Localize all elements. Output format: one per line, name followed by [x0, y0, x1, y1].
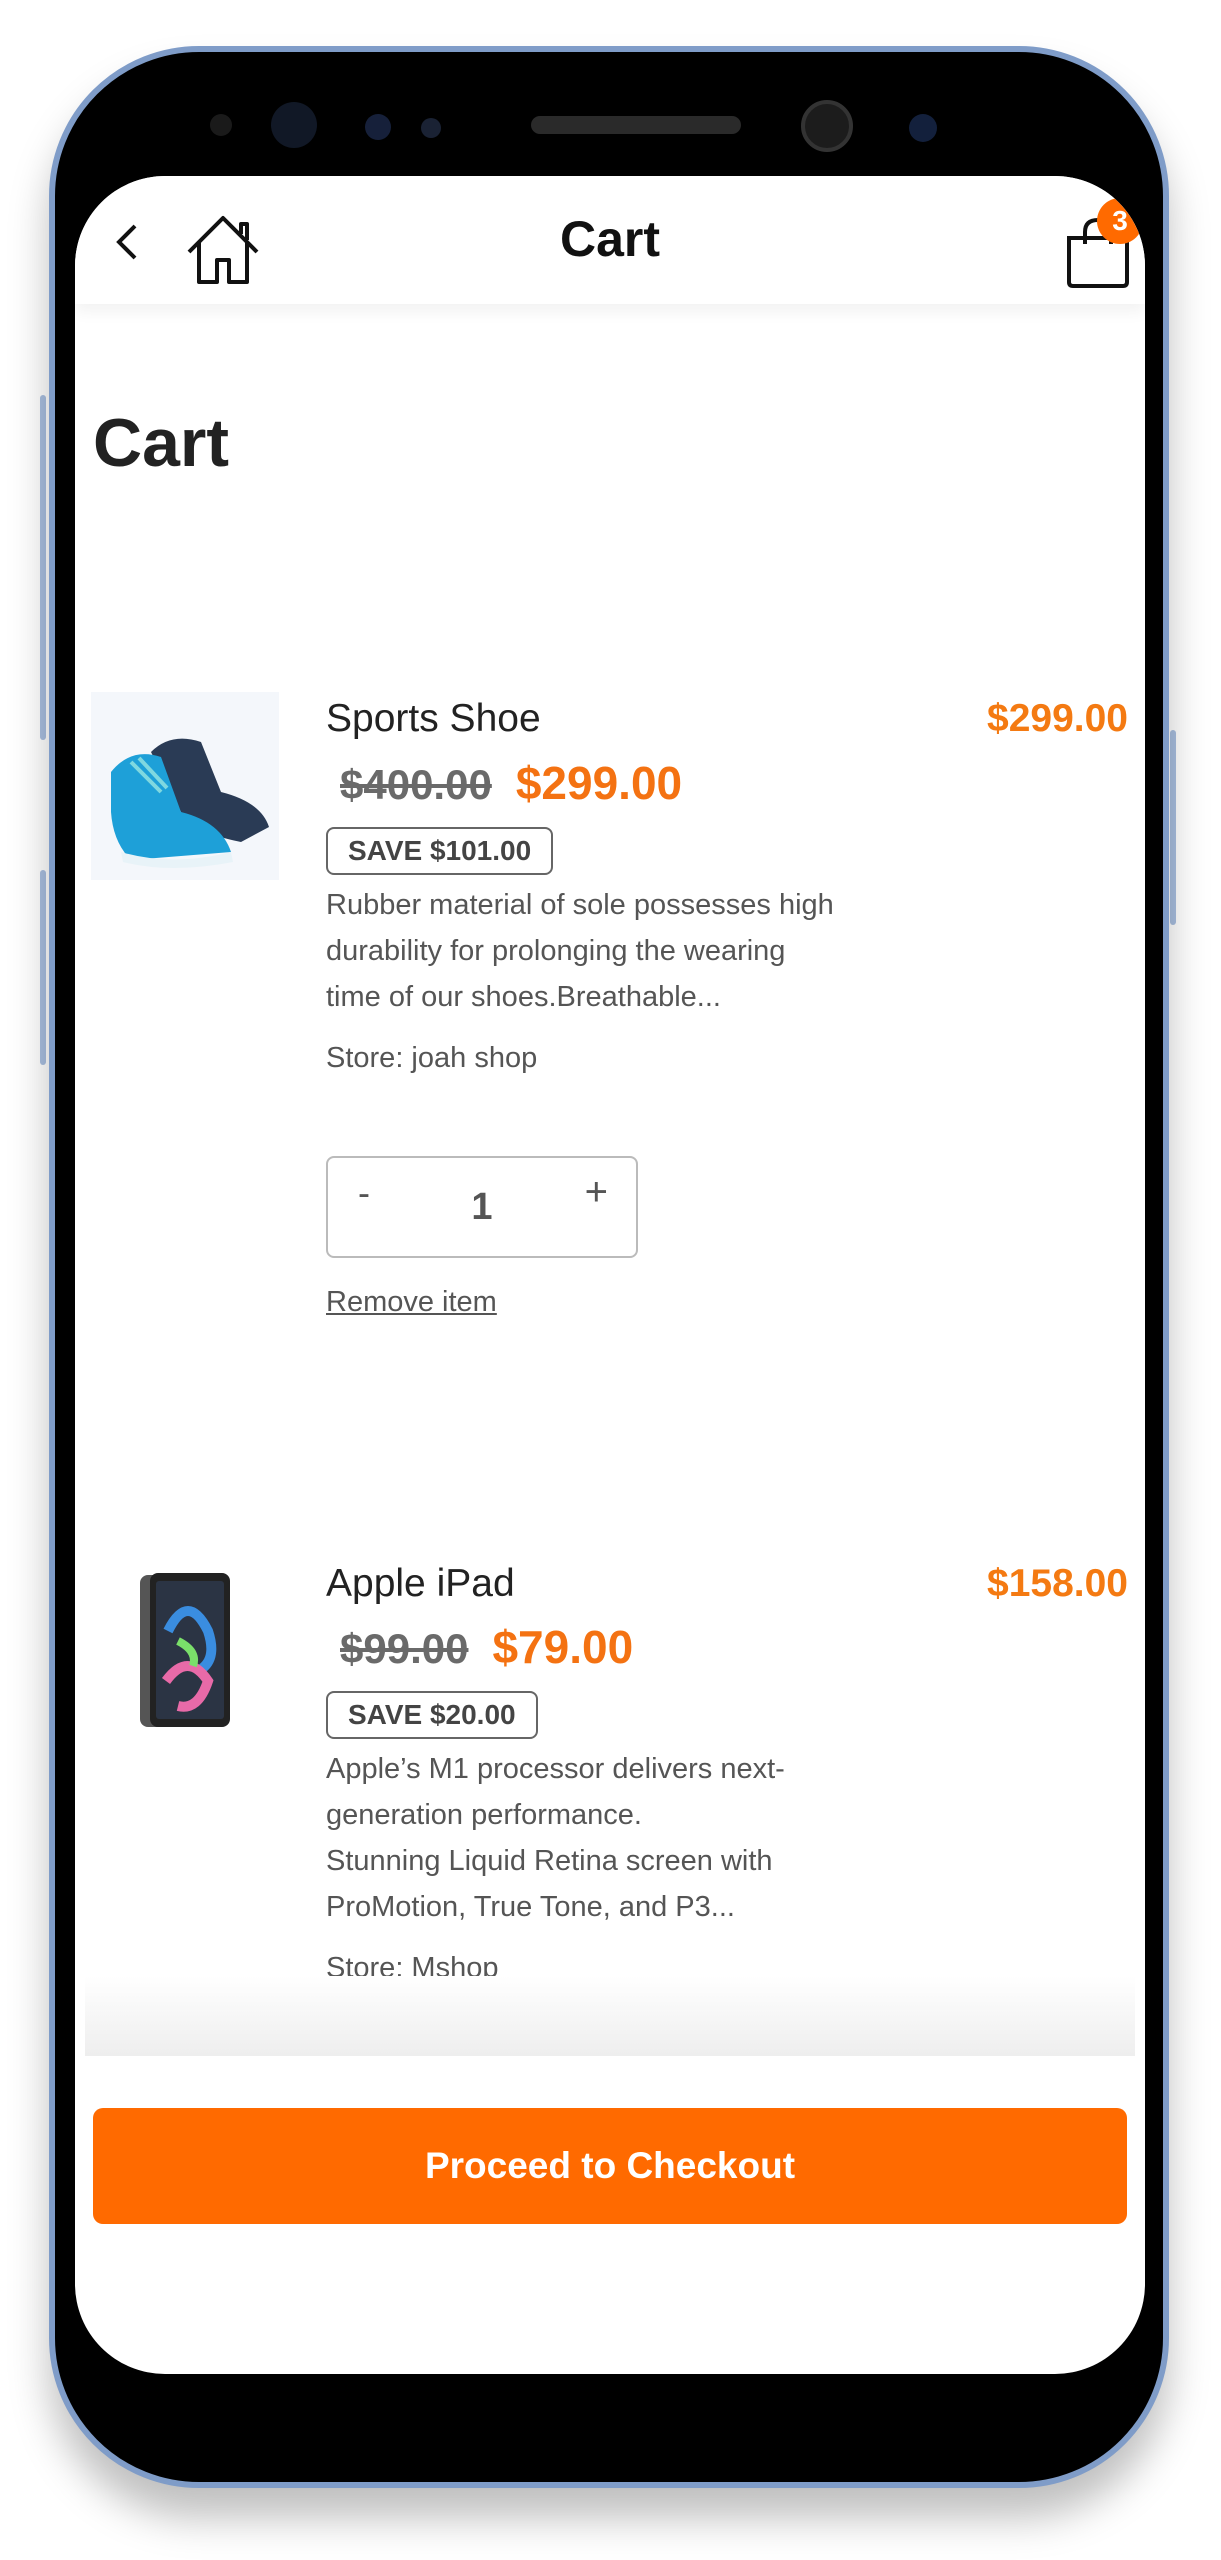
item-description: Apple’s M1 processor delivers next- gene…	[326, 1746, 886, 1930]
savings-badge: SAVE $101.00	[326, 827, 554, 875]
power-button	[40, 870, 46, 1065]
sensor-icon	[421, 118, 441, 138]
description-line: Stunning Liquid Retina screen with	[326, 1845, 773, 1877]
front-camera-icon	[801, 100, 853, 152]
app-screen: Cart 3 Cart Sports Shoe $299.00 $400.00 …	[75, 176, 1145, 2374]
original-price: $99.00	[340, 1625, 469, 1672]
price-row: $99.00 $79.00	[340, 1620, 633, 1674]
side-button	[1170, 730, 1176, 925]
speaker-grille	[531, 116, 741, 134]
sensor-icon	[271, 102, 317, 148]
price-row: $400.00 $299.00	[340, 756, 682, 810]
shoe-image	[111, 738, 269, 868]
description-line: time of our shoes.Breathable...	[326, 981, 721, 1013]
cart-badge: 3	[1097, 198, 1143, 244]
product-image-apple-ipad[interactable]	[138, 1571, 233, 1731]
volume-button	[40, 395, 46, 740]
savings-badge: SAVE $20.00	[326, 1691, 538, 1739]
description-line: ProMotion, True Tone, and P3...	[326, 1891, 735, 1923]
item-line-total: $299.00	[987, 697, 1128, 740]
description-line: generation performance.	[326, 1799, 642, 1831]
item-line-total: $158.00	[987, 1562, 1128, 1605]
header-title: Cart	[559, 211, 661, 267]
item-name[interactable]: Sports Shoe	[326, 697, 541, 741]
description-line: Apple’s M1 processor delivers next-	[326, 1753, 785, 1785]
scroll-fade	[85, 1976, 1135, 2056]
ipad-image	[140, 1573, 230, 1727]
item-description: Rubber material of sole possesses high d…	[326, 882, 886, 1020]
sensor-icon	[210, 114, 232, 136]
item-name[interactable]: Apple iPad	[326, 1562, 515, 1606]
original-price: $400.00	[340, 761, 492, 808]
sale-price: $299.00	[515, 757, 683, 809]
page-title: Cart	[93, 405, 230, 481]
item-store: Store: joah shop	[326, 1042, 538, 1074]
increase-quantity-button[interactable]: +	[585, 1170, 608, 1215]
camera-icon	[365, 114, 391, 140]
sensor-icon	[909, 114, 937, 142]
description-line: durability for prolonging the wearing	[326, 935, 786, 967]
top-bar: Cart 3	[75, 176, 1145, 304]
sale-price: $79.00	[492, 1621, 634, 1673]
remove-item-link[interactable]: Remove item	[326, 1286, 497, 1319]
product-image-sports-shoe[interactable]	[91, 692, 279, 880]
description-line: Rubber material of sole possesses high	[326, 889, 834, 921]
proceed-to-checkout-button[interactable]: Proceed to Checkout	[93, 2108, 1127, 2224]
quantity-stepper: - 1 +	[326, 1156, 638, 1258]
